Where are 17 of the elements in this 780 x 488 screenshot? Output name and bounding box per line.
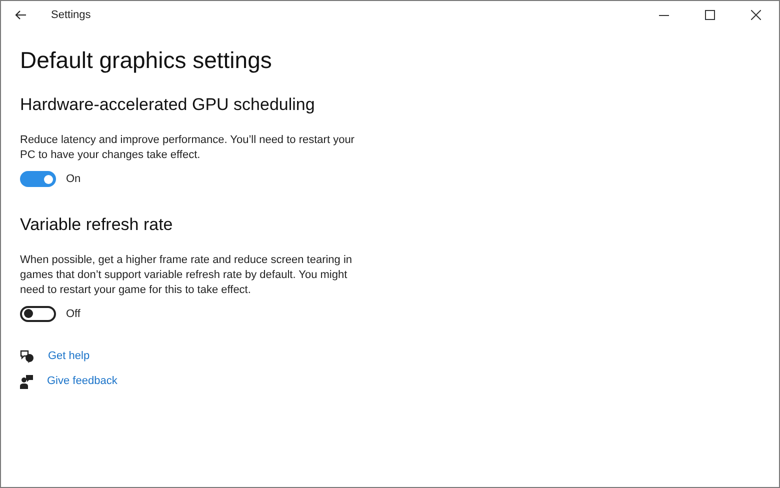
section-heading: Hardware-accelerated GPU scheduling [20,94,316,116]
maximize-icon [705,10,715,20]
window-title: Settings [51,8,91,23]
chat-bubbles-icon [20,350,34,363]
description-text: When possible, get a higher frame rate and reduce screen tearing in games that don’t support variable refresh rate by default. You might need to restart your game for this to take effect. [20,252,354,298]
back-arrow-icon [15,10,27,20]
page-title: Default graphics settings [20,46,273,75]
person-feedback-icon [20,374,33,388]
toggle-switch[interactable] [20,306,56,322]
link[interactable]: Get help [48,349,90,364]
section-heading: Variable refresh rate [20,214,174,236]
description-text: Reduce latency and improve performance. You’ll need to restart your PC to have your changes take effect. [20,133,356,163]
toggle-label: On [66,172,81,187]
link[interactable]: Give feedback [47,374,118,389]
toggle-label: Off [66,306,80,322]
toggle-switch[interactable] [20,171,56,188]
close-icon [751,10,761,20]
